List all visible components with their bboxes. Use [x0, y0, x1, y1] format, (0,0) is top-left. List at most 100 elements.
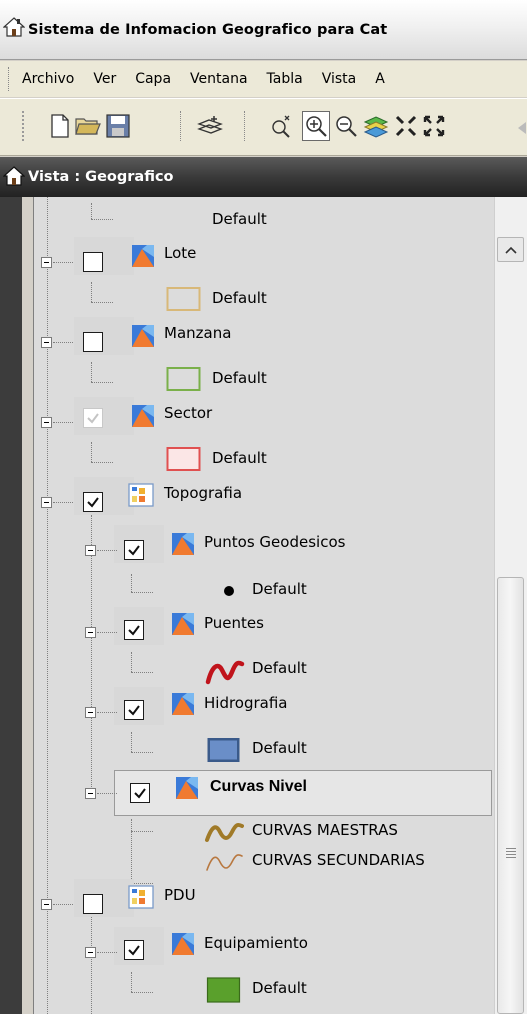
tree-connector [97, 712, 117, 713]
menu-bar: Archivo Ver Capa Ventana Tabla Vista A [0, 61, 527, 97]
vista-header: Vista : Geografico [0, 157, 527, 197]
menu-more[interactable]: A [375, 71, 385, 87]
polygon-symbol-icon [166, 286, 202, 312]
scroll-up-button[interactable] [497, 237, 524, 262]
tree-connector [91, 382, 113, 383]
collapse-toggle[interactable] [85, 707, 96, 718]
line-symbol-icon [204, 820, 244, 844]
layers-icon[interactable] [362, 111, 390, 141]
vector-layer-icon [130, 243, 156, 269]
layer-checkbox[interactable] [83, 252, 103, 272]
tree-connector [131, 672, 153, 673]
open-folder-icon[interactable] [74, 111, 102, 141]
menu-tabla[interactable]: Tabla [267, 71, 303, 87]
tree-connector [91, 462, 113, 463]
list-item: Default [34, 442, 494, 480]
zoom-extent-in-icon[interactable] [392, 111, 420, 141]
tree-item-hidrografia[interactable]: Hidrografia [34, 687, 494, 725]
scroll-thumb[interactable] [497, 577, 524, 1014]
legend-label: CURVAS SECUNDARIAS [252, 851, 425, 869]
zoom-out-icon[interactable] [332, 111, 360, 141]
grip-icon [506, 848, 516, 860]
collapse-toggle[interactable] [41, 899, 52, 910]
menu-capa[interactable]: Capa [135, 71, 171, 87]
tree-item-lote[interactable]: Lote [34, 237, 494, 275]
collapse-toggle[interactable] [41, 497, 52, 508]
layer-checkbox[interactable] [83, 332, 103, 352]
vector-layer-icon [170, 531, 196, 557]
collapse-toggle[interactable] [41, 257, 52, 268]
tree-connector [91, 219, 113, 220]
list-item: Default [34, 282, 494, 320]
tree-connector [53, 262, 73, 263]
tree-item-topografia[interactable]: Topografia [34, 477, 494, 515]
vector-layer-icon [130, 403, 156, 429]
collapse-toggle[interactable] [85, 545, 96, 556]
collapse-toggle[interactable] [41, 337, 52, 348]
layer-checkbox[interactable] [124, 940, 144, 960]
layer-checkbox[interactable] [130, 783, 150, 803]
window-title: Sistema de Infomacion Geografico para Ca… [28, 21, 388, 38]
home-icon [2, 16, 26, 42]
collapse-toggle[interactable] [85, 947, 96, 958]
home-icon [2, 165, 26, 191]
layer-checkbox[interactable] [83, 492, 103, 512]
pan-icon[interactable] [268, 111, 296, 141]
layer-name: Equipamiento [204, 934, 308, 952]
add-layer-icon[interactable] [196, 111, 224, 141]
layer-name: Lote [164, 244, 197, 262]
tree-connector [131, 992, 153, 993]
tree-connector [97, 952, 117, 953]
zoom-in-icon[interactable] [302, 111, 330, 141]
menu-ver[interactable]: Ver [93, 71, 116, 87]
toolbar-separator [180, 111, 182, 141]
menu-archivo[interactable]: Archivo [22, 71, 74, 87]
layer-name: Sector [164, 404, 213, 422]
list-item: Default [34, 652, 494, 690]
layer-checkbox[interactable] [124, 540, 144, 560]
collapse-toggle[interactable] [85, 627, 96, 638]
save-icon[interactable] [104, 111, 132, 141]
layer-tree: Default Lote Default Manzana Default Sec… [34, 197, 494, 1014]
toolbar-grip [22, 111, 26, 141]
tree-item-curvas-nivel[interactable]: Curvas Nivel [34, 773, 494, 811]
tree-item-puentes[interactable]: Puentes [34, 607, 494, 645]
toolbar-separator [244, 111, 246, 141]
tree-connector [97, 550, 117, 551]
tree-connector [91, 442, 92, 462]
tree-item-manzana[interactable]: Manzana [34, 317, 494, 355]
legend-label: Default [212, 210, 267, 228]
layer-checkbox[interactable] [83, 894, 103, 914]
layer-name: Curvas Nivel [210, 778, 307, 795]
vertical-scrollbar[interactable] [494, 197, 527, 1014]
list-item: Default [34, 972, 494, 1010]
window-title-bar: Sistema de Infomacion Geografico para Ca… [0, 0, 527, 60]
tree-item-sector[interactable]: Sector [34, 397, 494, 435]
layer-checkbox[interactable] [83, 408, 103, 428]
tree-item-pdu[interactable]: PDU [34, 879, 494, 917]
layer-group-icon [128, 482, 154, 508]
layer-name: Puentes [204, 614, 264, 632]
tree-connector [91, 203, 92, 219]
tree-connector [91, 302, 113, 303]
collapse-toggle[interactable] [41, 417, 52, 428]
vector-layer-icon [130, 323, 156, 349]
layer-name: Puntos Geodesicos [204, 533, 346, 551]
layer-checkbox[interactable] [124, 620, 144, 640]
tree-connector [53, 502, 73, 503]
tree-connector [131, 831, 153, 832]
list-item: Default [34, 362, 494, 400]
legend-label: Default [252, 659, 307, 677]
menu-ventana[interactable]: Ventana [190, 71, 248, 87]
zoom-extent-out-icon[interactable] [420, 111, 448, 141]
collapse-toggle[interactable] [85, 788, 96, 799]
menu-vista[interactable]: Vista [322, 71, 357, 87]
tree-item-equipamiento[interactable]: Equipamiento [34, 927, 494, 965]
tree-item-puntos-geodesicos[interactable]: Puntos Geodesicos [34, 525, 494, 563]
tree-connector [53, 904, 73, 905]
more-tools-icon[interactable] [508, 111, 527, 141]
new-document-icon[interactable] [46, 111, 74, 141]
legend-label: Default [212, 449, 267, 467]
window-frame-left [0, 197, 22, 1014]
layer-checkbox[interactable] [124, 700, 144, 720]
